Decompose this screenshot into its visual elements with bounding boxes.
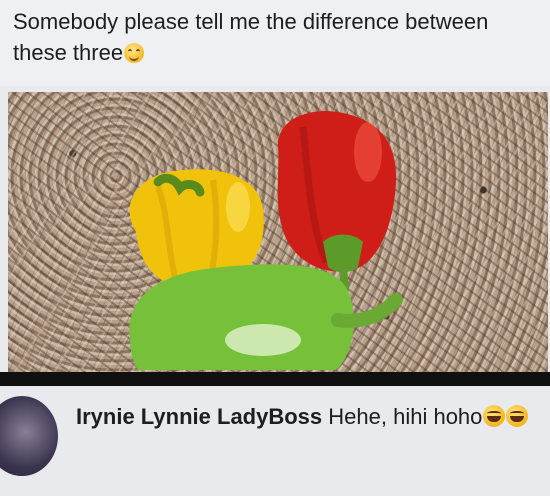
- smiling-face-icon: [124, 43, 145, 63]
- divider-bar: [0, 372, 550, 386]
- peppers-illustration: [129, 110, 403, 370]
- comment-text: Hehe, hihi hoho: [328, 404, 483, 429]
- red-pepper: [277, 110, 397, 294]
- avatar[interactable]: [0, 396, 58, 476]
- comment-author[interactable]: Irynie Lynnie LadyBoss: [76, 404, 322, 429]
- green-pepper: [129, 264, 403, 370]
- post-photo[interactable]: [8, 92, 548, 372]
- post-caption-text: Somebody please tell me the difference b…: [13, 9, 489, 65]
- laughing-face-icon: [506, 405, 529, 427]
- laughing-face-icon: [483, 405, 506, 427]
- comment-body: Irynie Lynnie LadyBoss Hehe, hihi hoho: [76, 400, 546, 434]
- post-header: Somebody please tell me the difference b…: [0, 0, 550, 86]
- post-caption: Somebody please tell me the difference b…: [13, 6, 533, 68]
- comment: Irynie Lynnie LadyBoss Hehe, hihi hoho: [0, 386, 550, 496]
